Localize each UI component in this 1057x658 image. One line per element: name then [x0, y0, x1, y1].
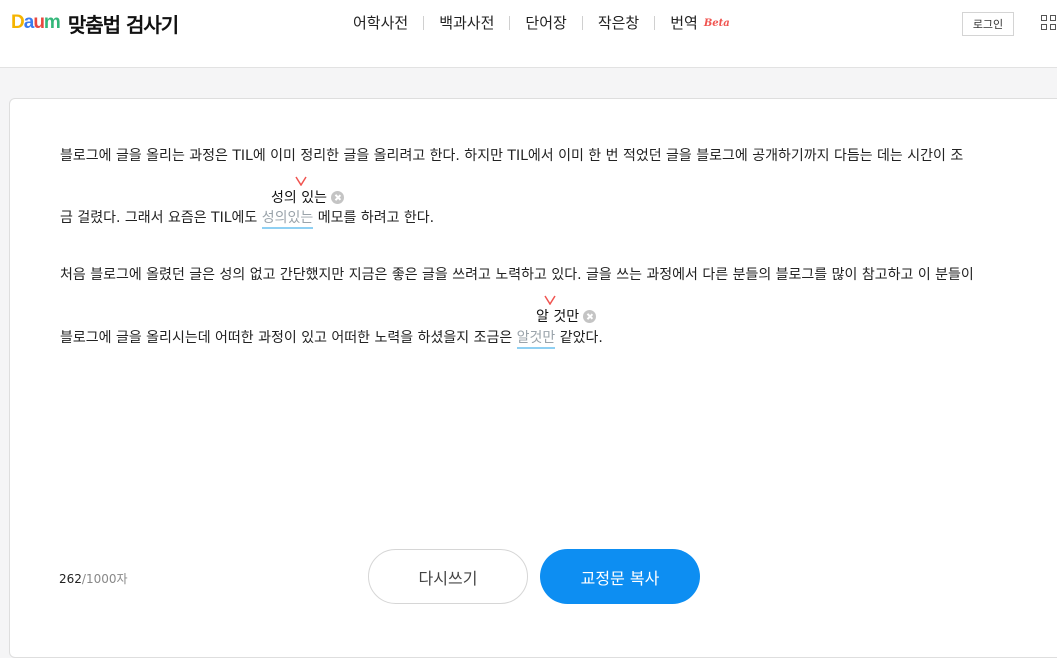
text-line: 블로그에 글을 올리시는데 어떠한 과정이 있고 어떠한 노력을 하셨을지 조금…: [60, 327, 603, 349]
suggestion-text[interactable]: 성의 있는: [271, 187, 327, 207]
rewrite-button[interactable]: 다시쓰기: [368, 549, 528, 604]
text-segment: 같았다.: [555, 330, 603, 346]
nav-divider: [509, 15, 511, 30]
page-title: 맞춤법 검사기: [67, 12, 179, 37]
spelling-error[interactable]: 알것만: [516, 330, 556, 349]
insert-space-mark-icon: [295, 176, 307, 186]
grid-icon[interactable]: [1041, 15, 1057, 33]
editor-card[interactable]: [9, 98, 1057, 658]
top-bar: Daum 맞춤법 검사기 어학사전 백과사전 단어장 작은창 번역 Beta 로그…: [0, 0, 1057, 68]
login-button[interactable]: 로그인: [962, 12, 1014, 36]
nav-dictionary[interactable]: 어학사전: [353, 12, 408, 33]
spelling-error[interactable]: 성의있는: [261, 210, 314, 229]
nav-divider: [423, 15, 425, 30]
suggestion-text[interactable]: 알 것만: [536, 306, 579, 326]
nav-wordbook[interactable]: 단어장: [525, 12, 566, 33]
nav-divider: [581, 15, 583, 30]
char-counter: 262/1000자: [59, 570, 128, 587]
daum-logo[interactable]: Daum: [11, 12, 61, 34]
suggestion-1[interactable]: 성의 있는: [271, 176, 344, 207]
close-icon[interactable]: [330, 190, 344, 204]
text-line: 처음 블로그에 올렸던 글은 성의 없고 간단했지만 지금은 좋은 글을 쓰려고…: [60, 267, 974, 283]
text-line: 블로그에 글을 올리는 과정은 TIL에 이미 정리한 글을 올리려고 한다. …: [60, 148, 964, 164]
beta-badge: Beta: [703, 18, 730, 29]
nav-translate[interactable]: 번역 Beta: [670, 12, 730, 33]
text-segment: 메모를 하려고 한다.: [313, 210, 435, 226]
nav-translate-label: 번역: [670, 14, 698, 32]
insert-space-mark-icon: [544, 295, 556, 305]
copy-corrected-button[interactable]: 교정문 복사: [540, 549, 700, 604]
text-segment: 블로그에 글을 올리시는데 어떠한 과정이 있고 어떠한 노력을 하셨을지 조금…: [60, 330, 517, 346]
nav-mini-window[interactable]: 작은창: [598, 12, 639, 33]
text-line: 금 걸렸다. 그래서 요즘은 TIL에도 성의있는 메모를 하려고 한다.: [60, 207, 435, 229]
close-icon[interactable]: [583, 309, 597, 323]
logo[interactable]: Daum 맞춤법 검사기: [11, 10, 179, 37]
nav-encyclopedia[interactable]: 백과사전: [439, 12, 494, 33]
text-segment: 금 걸렸다. 그래서 요즘은 TIL에도: [60, 210, 262, 226]
suggestion-2[interactable]: 알 것만: [536, 295, 597, 326]
main-nav: 어학사전 백과사전 단어장 작은창 번역 Beta: [353, 12, 730, 33]
nav-divider: [654, 15, 656, 30]
char-count: 262: [59, 572, 82, 586]
char-max: /1000자: [81, 572, 128, 586]
